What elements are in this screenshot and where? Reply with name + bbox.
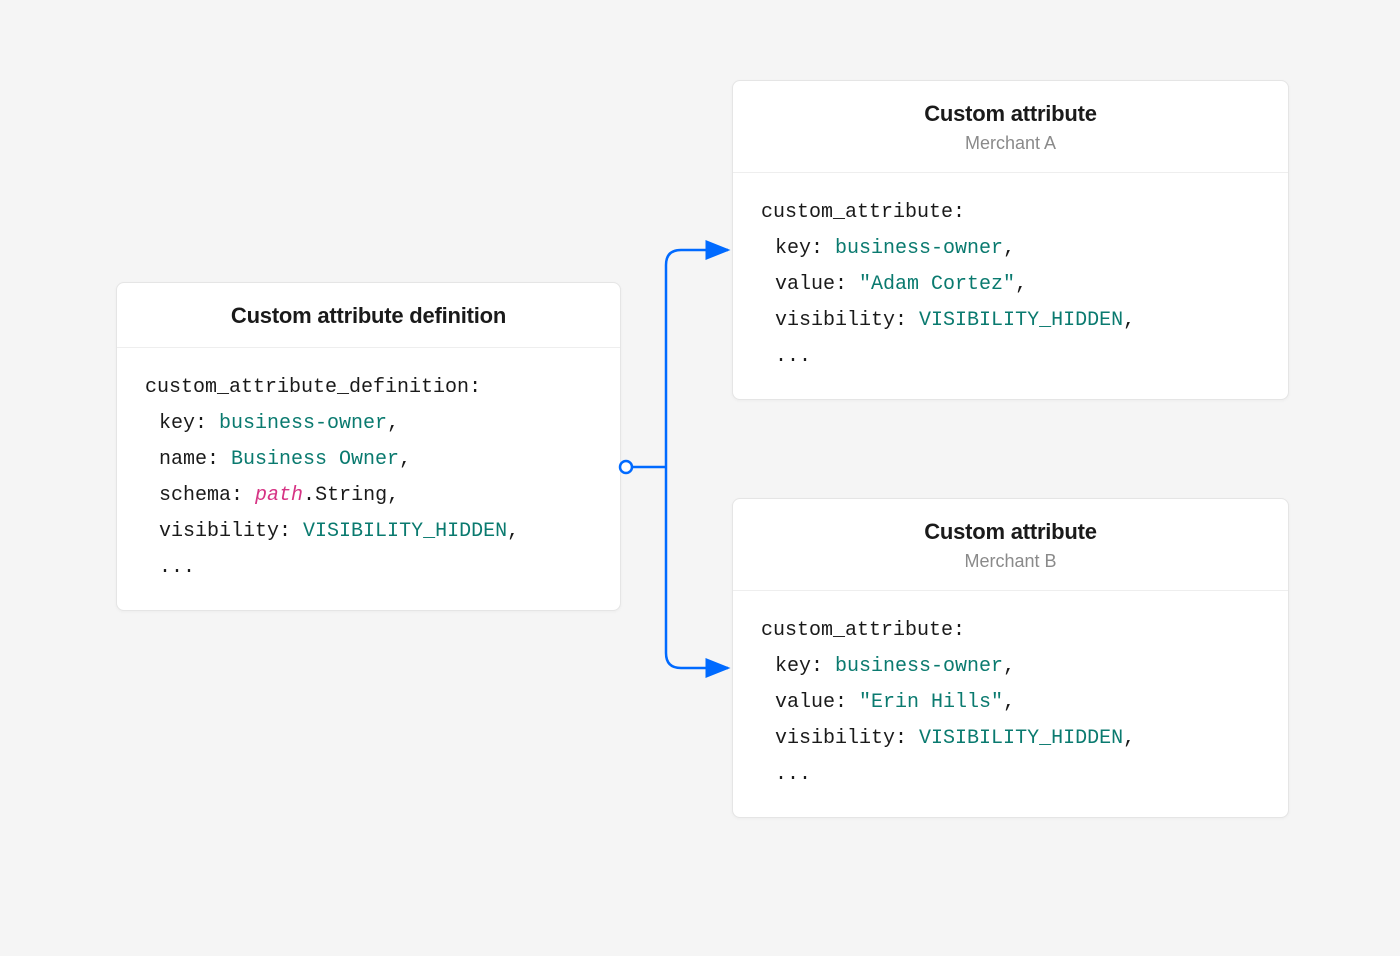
field-key: key: [775, 237, 811, 260]
field-value: business-owner: [835, 655, 1003, 678]
field-key: key: [775, 655, 811, 678]
code-line: custom_attribute:: [761, 613, 1260, 649]
field-key: visibility: [775, 309, 895, 332]
attribute-b-card-subtitle: Merchant B: [761, 551, 1260, 572]
definition-card-header: Custom attribute definition: [117, 283, 620, 348]
field-key: visibility: [159, 520, 279, 543]
schema-path: path: [255, 484, 303, 507]
definition-card-body: custom_attribute_definition: key: busine…: [117, 348, 620, 610]
field-value: business-owner: [835, 237, 1003, 260]
attribute-b-card-title: Custom attribute: [761, 519, 1260, 545]
field-value: VISIBILITY_HIDDEN: [919, 727, 1123, 750]
connector-arrow-top: [666, 250, 728, 467]
attribute-b-card-body: custom_attribute: key: business-owner, v…: [733, 591, 1288, 817]
code-line: custom_attribute:: [761, 195, 1260, 231]
field-key: name: [159, 448, 207, 471]
schema-type: String: [315, 484, 387, 507]
field-value: "Adam Cortez": [859, 273, 1015, 296]
attribute-a-card: Custom attribute Merchant A custom_attri…: [732, 80, 1289, 400]
field-value: VISIBILITY_HIDDEN: [919, 309, 1123, 332]
object-name: custom_attribute: [761, 619, 953, 642]
definition-card: Custom attribute definition custom_attri…: [116, 282, 621, 611]
field-value: VISIBILITY_HIDDEN: [303, 520, 507, 543]
code-line: visibility: VISIBILITY_HIDDEN,: [761, 721, 1260, 757]
field-key: value: [775, 691, 835, 714]
connector-diagram: [612, 210, 742, 680]
object-name: custom_attribute: [761, 201, 953, 224]
code-ellipsis: ...: [761, 757, 1260, 793]
attribute-a-card-header: Custom attribute Merchant A: [733, 81, 1288, 173]
definition-card-title: Custom attribute definition: [145, 303, 592, 329]
field-key: key: [159, 412, 195, 435]
field-value: Business Owner: [231, 448, 399, 471]
attribute-b-card: Custom attribute Merchant B custom_attri…: [732, 498, 1289, 818]
code-ellipsis: ...: [145, 550, 592, 586]
code-line: key: business-owner,: [145, 406, 592, 442]
attribute-a-card-subtitle: Merchant A: [761, 133, 1260, 154]
code-line: visibility: VISIBILITY_HIDDEN,: [761, 303, 1260, 339]
connector-origin-icon: [620, 461, 632, 473]
code-line: schema: path.String,: [145, 478, 592, 514]
code-line: value: "Erin Hills",: [761, 685, 1260, 721]
field-value: business-owner: [219, 412, 387, 435]
field-key: schema: [159, 484, 231, 507]
object-name: custom_attribute_definition: [145, 376, 469, 399]
code-line: key: business-owner,: [761, 649, 1260, 685]
field-key: value: [775, 273, 835, 296]
code-line: custom_attribute_definition:: [145, 370, 592, 406]
field-value: "Erin Hills": [859, 691, 1003, 714]
code-line: value: "Adam Cortez",: [761, 267, 1260, 303]
attribute-b-card-header: Custom attribute Merchant B: [733, 499, 1288, 591]
connector-arrow-bottom: [666, 467, 728, 668]
code-line: key: business-owner,: [761, 231, 1260, 267]
field-key: visibility: [775, 727, 895, 750]
attribute-a-card-title: Custom attribute: [761, 101, 1260, 127]
attribute-a-card-body: custom_attribute: key: business-owner, v…: [733, 173, 1288, 399]
code-ellipsis: ...: [761, 339, 1260, 375]
code-line: visibility: VISIBILITY_HIDDEN,: [145, 514, 592, 550]
code-line: name: Business Owner,: [145, 442, 592, 478]
